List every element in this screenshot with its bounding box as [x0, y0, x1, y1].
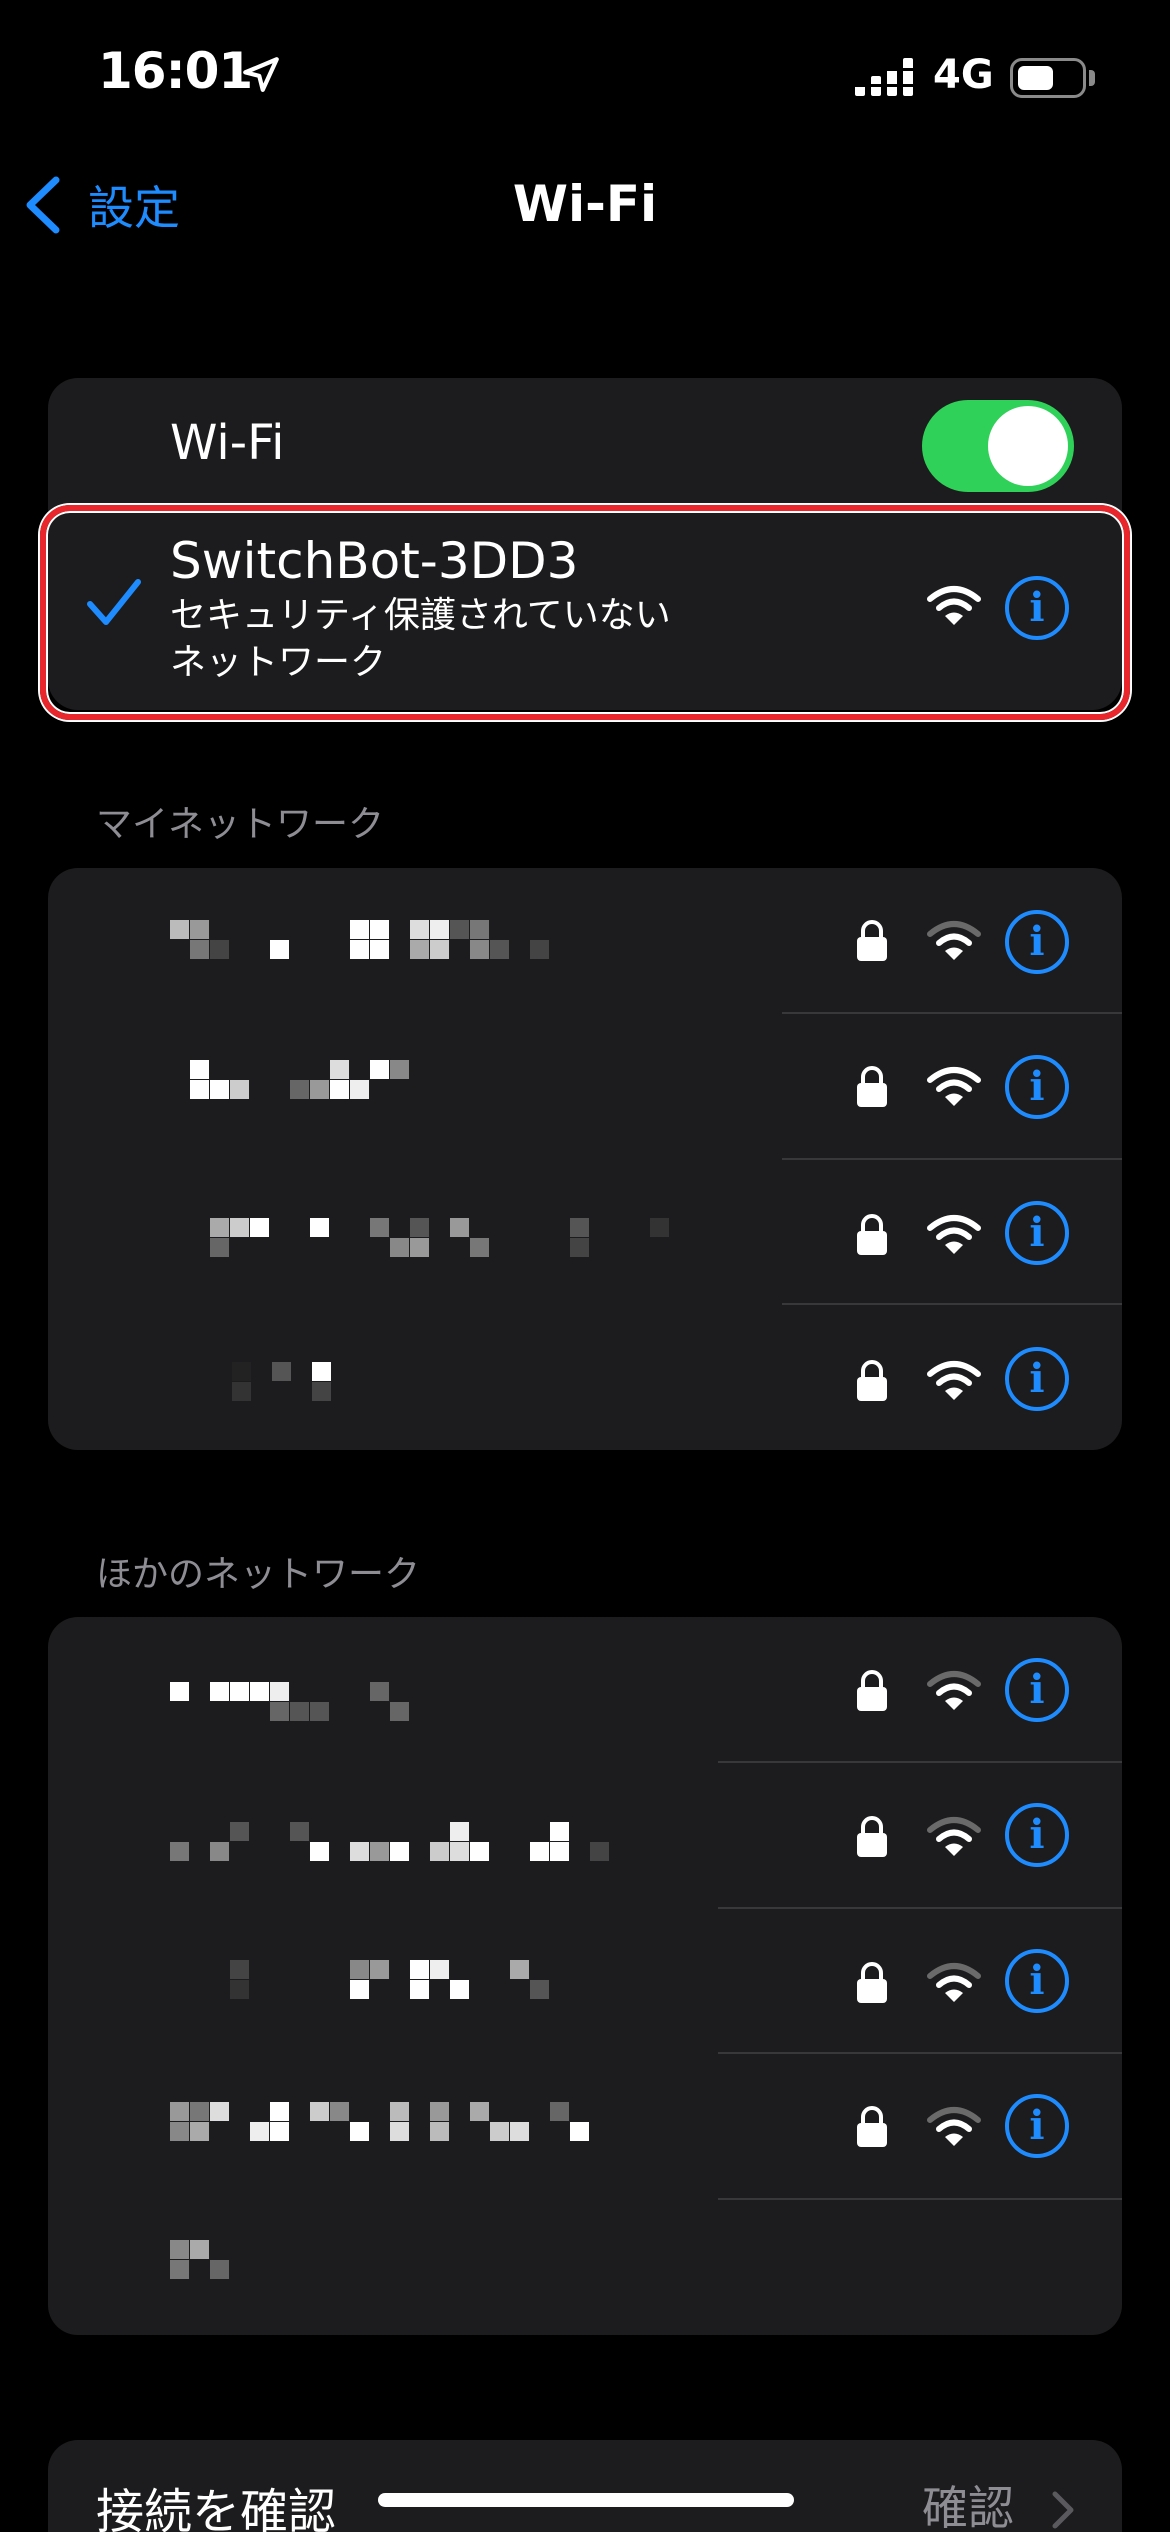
info-button[interactable]: i: [1005, 1658, 1069, 1722]
network-name-redacted: [170, 920, 570, 962]
wifi-icon: [927, 1361, 981, 1400]
wifi-icon: [927, 2107, 981, 2146]
network-name-redacted: [170, 1682, 430, 1724]
connected-network-subtitle: セキュリティ保護されていない ネットワーク: [170, 592, 671, 686]
row-separator: [718, 2198, 1122, 2200]
info-button[interactable]: i: [1005, 1803, 1069, 1867]
location-arrow-icon: [243, 57, 279, 92]
row-separator: [782, 1012, 1122, 1014]
network-name-redacted: [190, 1060, 430, 1102]
checkmark-icon: [87, 579, 141, 625]
info-button[interactable]: i: [1005, 1055, 1069, 1119]
wifi-toggle[interactable]: [922, 400, 1074, 492]
info-button[interactable]: i: [1005, 1949, 1069, 2013]
connected-subtitle-line2: ネットワーク: [170, 642, 387, 683]
wifi-icon: [927, 1067, 981, 1106]
lock-icon: [857, 1670, 887, 1711]
lock-icon: [857, 1214, 887, 1255]
wifi-icon: [927, 1671, 981, 1710]
network-name-redacted: [232, 1362, 332, 1404]
wifi-icon: [927, 1963, 981, 2002]
wifi-icon: [927, 1215, 981, 1254]
info-button[interactable]: i: [1005, 1347, 1069, 1411]
connected-subtitle-line1: セキュリティ保護されていない: [170, 595, 671, 636]
check-connection-label: 接続を確認: [96, 2484, 337, 2532]
info-button[interactable]: i: [1005, 2094, 1069, 2158]
toggle-knob: [988, 406, 1068, 486]
info-button[interactable]: i: [1005, 1201, 1069, 1265]
connected-network-name[interactable]: SwitchBot-3DD3: [170, 532, 578, 590]
lock-icon: [857, 1816, 887, 1857]
lock-icon: [857, 1360, 887, 1401]
other-networks-header: ほかのネットワーク: [96, 1554, 421, 1595]
row-separator: [718, 2052, 1122, 2054]
network-name-redacted: [230, 1960, 570, 2002]
info-button[interactable]: i: [1005, 576, 1069, 640]
home-indicator[interactable]: [378, 2493, 794, 2507]
lock-icon: [857, 1962, 887, 2003]
row-separator: [718, 1761, 1122, 1763]
network-name-redacted: [170, 2240, 230, 2282]
wifi-icon: [927, 1817, 981, 1856]
chevron-right-icon: [1052, 2491, 1074, 2529]
row-separator: [782, 1303, 1122, 1305]
row-separator: [782, 1158, 1122, 1160]
battery-tip: [1089, 70, 1095, 86]
row-separator: [718, 1907, 1122, 1909]
cellular-signal-icon: [855, 58, 913, 96]
wifi-icon: [927, 921, 981, 960]
info-button[interactable]: i: [1005, 910, 1069, 974]
check-connection-value: 確認: [922, 2481, 1014, 2532]
status-time: 16:01: [98, 42, 253, 100]
battery-icon: [1010, 58, 1086, 98]
network-name-redacted: [170, 2102, 650, 2144]
lock-icon: [857, 2106, 887, 2147]
network-name-redacted: [170, 1822, 630, 1864]
network-name-redacted: [210, 1218, 670, 1260]
page-title: Wi-Fi: [512, 175, 658, 233]
lock-icon: [857, 1066, 887, 1107]
lock-icon: [857, 920, 887, 961]
wifi-icon: [927, 586, 981, 625]
my-networks-header: マイネットワーク: [96, 804, 385, 845]
wifi-toggle-label: Wi-Fi: [170, 415, 285, 471]
network-type: 4G: [933, 52, 994, 98]
